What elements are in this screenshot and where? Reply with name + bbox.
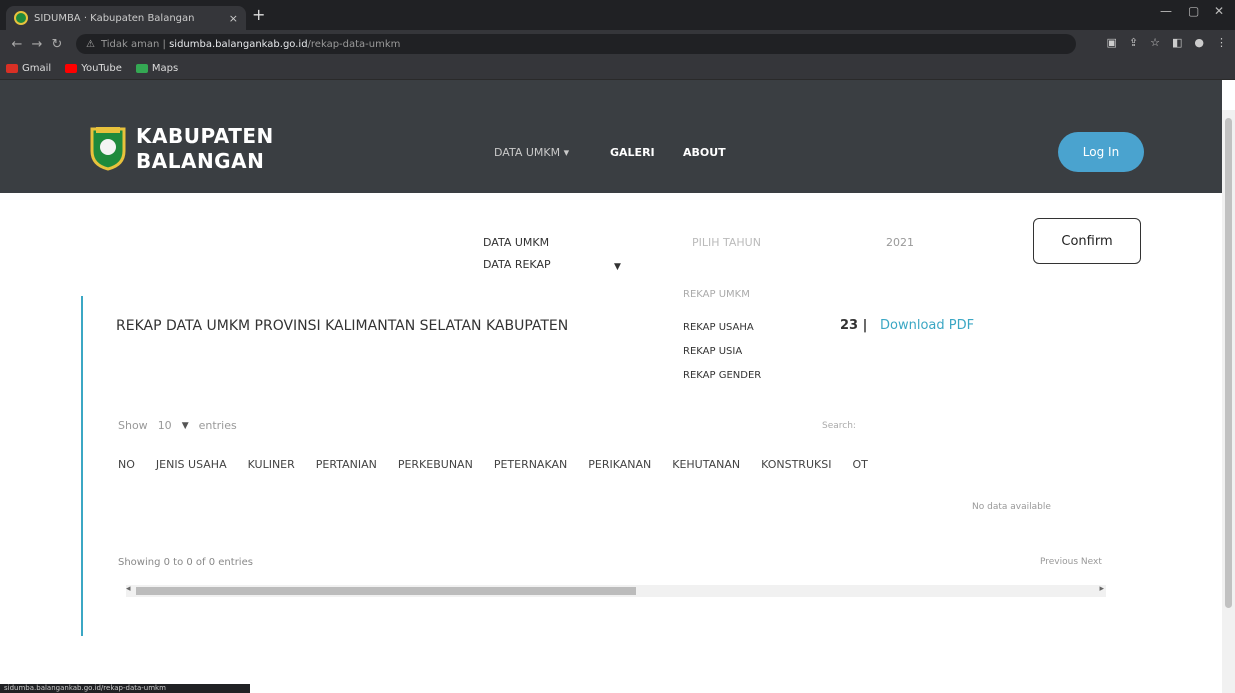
profile-icon[interactable]: ●	[1194, 36, 1204, 49]
col-perkebunan[interactable]: PERKEBUNAN	[398, 458, 473, 471]
col-kehutanan[interactable]: KEHUTANAN	[672, 458, 740, 471]
youtube-icon	[65, 64, 78, 73]
nav-data-umkm[interactable]: DATA UMKM ▾	[494, 146, 569, 159]
chevron-down-icon: ▼	[614, 262, 621, 272]
empty-table-message: No data available	[972, 502, 1051, 512]
scroll-left-icon[interactable]: ◂	[126, 584, 131, 594]
window-close-icon[interactable]: ✕	[1214, 4, 1224, 18]
browser-toolbar: ← → ↻ ⚠ Tidak aman | sidumba.balangankab…	[0, 30, 1235, 58]
maps-icon	[135, 64, 148, 73]
address-bar[interactable]: ⚠ Tidak aman | sidumba.balangankab.go.id…	[76, 34, 1076, 54]
col-jenis-usaha[interactable]: JENIS USAHA	[156, 458, 227, 471]
back-icon[interactable]: ←	[8, 37, 26, 52]
menu-icon[interactable]: ⋮	[1216, 36, 1227, 49]
col-pertanian[interactable]: PERTANIAN	[316, 458, 377, 471]
site-favicon-icon	[14, 11, 28, 25]
warning-icon: ⚠	[86, 38, 95, 50]
scroll-right-icon[interactable]: ▸	[1099, 584, 1104, 594]
star-icon[interactable]: ☆	[1150, 36, 1160, 49]
confirm-button[interactable]: Confirm	[1033, 218, 1141, 264]
bookmark-youtube[interactable]: YouTube	[65, 63, 122, 74]
col-kuliner[interactable]: KULINER	[248, 458, 295, 471]
brand-line-2: BALANGAN	[136, 149, 265, 173]
dropdown-rekap-gender[interactable]: REKAP GENDER	[683, 370, 761, 381]
data-umkm-option[interactable]: DATA UMKM	[483, 236, 549, 249]
data-rekap-select[interactable]: DATA REKAP	[483, 258, 551, 271]
site-header: KABUPATEN BALANGAN DATA UMKM ▾ GALERI AB…	[0, 80, 1222, 193]
status-bar: sidumba.balangankab.go.id/rekap-data-umk…	[0, 684, 250, 693]
pagination[interactable]: Previous Next	[1040, 557, 1102, 567]
minimize-icon[interactable]: —	[1160, 4, 1172, 18]
download-pdf-link[interactable]: Download PDF	[880, 318, 974, 333]
tahun-select[interactable]: 2021	[886, 236, 914, 249]
card-accent-rule	[81, 296, 83, 636]
extension-icon[interactable]: ▣	[1106, 36, 1116, 49]
col-ot[interactable]: OT	[852, 458, 867, 471]
table-header: NO JENIS USAHA KULINER PERTANIAN PERKEBU…	[118, 458, 889, 471]
maximize-icon[interactable]: ▢	[1188, 4, 1199, 18]
bookmark-maps[interactable]: Maps	[135, 63, 178, 74]
new-tab-button[interactable]: +	[252, 5, 265, 24]
col-peternakan[interactable]: PETERNAKAN	[494, 458, 567, 471]
col-perikanan[interactable]: PERIKANAN	[588, 458, 651, 471]
forward-icon[interactable]: →	[28, 37, 46, 52]
tab-title: SIDUMBA · Kabupaten Balangan	[34, 12, 195, 24]
bookmark-gmail[interactable]: Gmail	[6, 63, 51, 74]
sidepanel-icon[interactable]: ◧	[1172, 36, 1182, 49]
col-konstruksi[interactable]: KONSTRUKSI	[761, 458, 831, 471]
table-info: Showing 0 to 0 of 0 entries	[118, 557, 253, 568]
kabupaten-logo-icon	[90, 127, 126, 171]
url-host: sidumba.balangankab.go.id	[169, 38, 308, 50]
rekap-count: 23 |	[840, 318, 868, 333]
dropdown-rekap-umkm[interactable]: REKAP UMKM	[683, 289, 750, 300]
url-scheme: Tidak aman |	[100, 38, 166, 50]
gmail-icon	[6, 64, 18, 73]
bookmarks-bar: Gmail YouTube Maps	[0, 58, 1235, 80]
brand-name[interactable]: KABUPATEN BALANGAN	[136, 124, 274, 174]
browser-tab[interactable]: SIDUMBA · Kabupaten Balangan ×	[6, 6, 246, 30]
reload-icon[interactable]: ↻	[48, 37, 66, 52]
page-scrollbar[interactable]	[1222, 110, 1235, 693]
brand-line-1: KABUPATEN	[136, 124, 274, 148]
dropdown-rekap-usaha[interactable]: REKAP USAHA	[683, 322, 754, 333]
nav-galeri[interactable]: GALERI	[610, 146, 655, 159]
nav-about[interactable]: ABOUT	[683, 146, 726, 159]
browser-tab-bar: SIDUMBA · Kabupaten Balangan × + — ▢ ✕	[0, 0, 1235, 30]
col-no[interactable]: NO	[118, 458, 135, 471]
login-button[interactable]: Log In	[1058, 132, 1144, 172]
url-path: /rekap-data-umkm	[307, 38, 401, 50]
tab-close-icon[interactable]: ×	[229, 12, 238, 25]
dropdown-rekap-usia[interactable]: REKAP USIA	[683, 346, 742, 357]
tahun-label: PILIH TAHUN	[692, 236, 761, 249]
chevron-down-icon: ▼	[181, 420, 189, 431]
entries-select[interactable]: 10	[158, 419, 172, 432]
table-horizontal-scrollbar[interactable]: ◂ ▸	[126, 584, 1106, 597]
share-icon[interactable]: ⇪	[1129, 36, 1138, 49]
entries-length-control: Show 10 ▼ entries	[118, 419, 237, 432]
rekap-title: REKAP DATA UMKM PROVINSI KALIMANTAN SELA…	[116, 318, 569, 334]
search-input[interactable]: Search:	[822, 421, 856, 431]
